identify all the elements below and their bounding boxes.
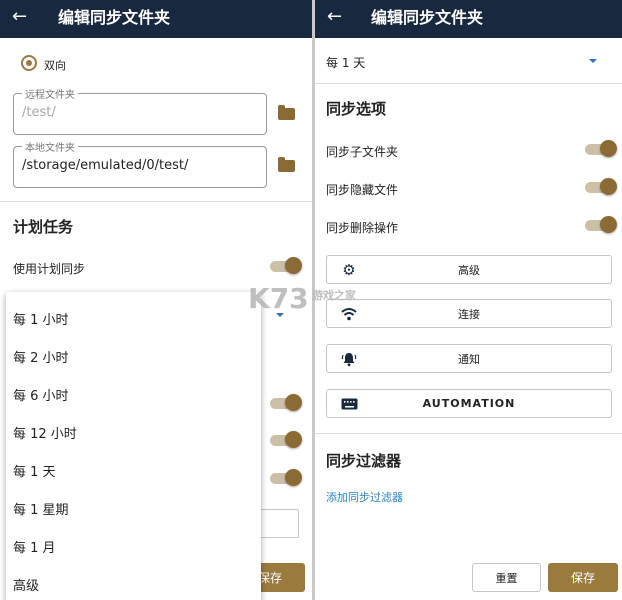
back-arrow-icon[interactable]: ← [327,6,342,28]
direction-label: 双向 [44,59,66,72]
remote-folder-icon[interactable] [278,105,295,120]
section-divider [0,201,312,202]
sync-options-title: 同步选项 [326,100,387,118]
partial-input-field[interactable] [258,509,299,538]
sync-deletions-toggle[interactable] [585,216,617,233]
sync-filters-title: 同步过滤器 [326,452,402,470]
right-page-title: 编辑同步文件夹 [371,8,484,27]
remote-folder-value: /test/ [22,105,56,120]
local-folder-icon[interactable] [278,157,295,172]
interval-dropdown-menu: 每 1 小时 每 2 小时 每 6 小时 每 12 小时 每 1 天 每 1 星… [6,292,261,600]
notification-button[interactable]: 通知 [326,344,612,373]
menu-item-advanced[interactable]: 高级 [13,575,39,594]
interval-select-caret-icon[interactable] [589,59,597,63]
menu-item-every-1-hour[interactable]: 每 1 小时 [13,309,69,328]
direction-radio[interactable] [21,55,37,71]
left-page-title: 编辑同步文件夹 [58,8,171,27]
sync-subfolders-toggle[interactable] [585,140,617,157]
interval-select-value[interactable]: 每 1 天 [326,54,365,71]
right-save-label: 保存 [570,571,595,585]
back-arrow-icon[interactable]: ← [12,6,27,28]
use-schedule-toggle[interactable] [270,257,302,274]
menu-item-every-1-week[interactable]: 每 1 星期 [13,499,69,518]
reset-button-label: 重置 [495,571,518,585]
notification-button-label: 通知 [458,352,480,366]
automation-button[interactable]: AUTOMATION [326,389,612,418]
section-divider [315,433,622,434]
schedule-option-toggle-1[interactable] [270,394,302,411]
local-folder-value: /storage/emulated/0/test/ [22,158,189,173]
menu-item-every-2-hours[interactable]: 每 2 小时 [13,347,69,366]
left-app-bar: ← 编辑同步文件夹 [0,0,312,38]
option-sync-subfolders-label: 同步子文件夹 [326,145,399,159]
option-sync-hidden-files-label: 同步隐藏文件 [326,183,399,197]
automation-button-label: AUTOMATION [422,397,516,410]
option-sync-deletions-label: 同步删除操作 [326,221,399,235]
remote-folder-label: 远程文件夹 [22,86,78,101]
site-watermark: K73 游戏之家 [248,282,388,316]
menu-item-every-1-month[interactable]: 每 1 月 [13,537,56,556]
section-divider [315,83,622,84]
menu-item-every-1-day[interactable]: 每 1 天 [13,461,56,480]
reset-button[interactable]: 重置 [472,563,541,592]
sync-hidden-files-toggle[interactable] [585,178,617,195]
schedule-section-title: 计划任务 [13,218,74,236]
right-save-button[interactable]: 保存 [548,563,618,592]
left-save-label: 保存 [257,571,282,585]
add-filter-link[interactable]: 添加同步过滤器 [326,489,403,505]
local-folder-field[interactable]: 本地文件夹 /storage/emulated/0/test/ [13,139,267,188]
watermark-logo: K73 [248,282,309,315]
local-folder-label: 本地文件夹 [22,139,78,154]
advanced-button[interactable]: ⚙ 高级 [326,255,612,284]
menu-item-every-12-hours[interactable]: 每 12 小时 [13,423,77,442]
use-schedule-label: 使用计划同步 [13,262,86,276]
watermark-subtitle: 游戏之家 [312,289,356,302]
schedule-option-toggle-2[interactable] [270,431,302,448]
menu-item-every-6-hours[interactable]: 每 6 小时 [13,385,69,404]
advanced-button-label: 高级 [458,263,480,277]
right-app-bar: ← 编辑同步文件夹 [315,0,622,38]
schedule-option-toggle-3[interactable] [270,469,302,486]
remote-folder-field[interactable]: 远程文件夹 /test/ [13,86,267,135]
